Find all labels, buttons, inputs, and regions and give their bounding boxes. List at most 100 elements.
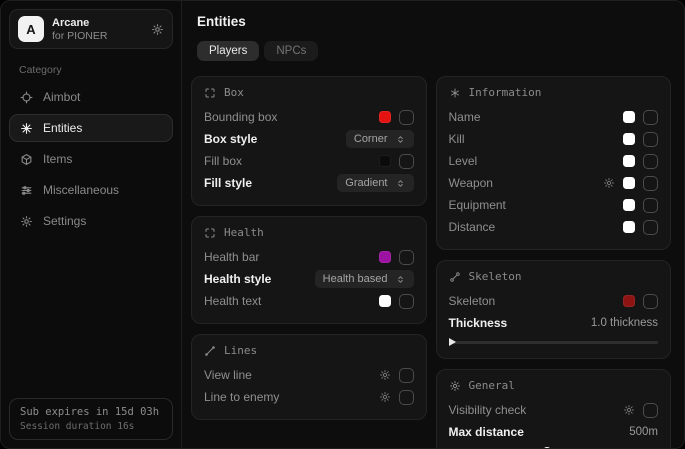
bounding-box-checkbox[interactable] [399, 110, 414, 125]
setting-label: Fill style [204, 176, 252, 190]
setting-row-kill: Kill [449, 128, 659, 150]
max-distance-slider-thumb[interactable] [542, 447, 551, 449]
view-line-config-button[interactable] [379, 369, 391, 381]
view-line-checkbox[interactable] [399, 368, 414, 383]
gear-icon [151, 23, 164, 36]
app-logo-card: A Arcane for PIONER [9, 9, 173, 49]
setting-label: Name [449, 110, 481, 124]
distance-color-swatch[interactable] [623, 221, 635, 233]
thickness-slider-thumb[interactable] [449, 338, 456, 346]
sidebar-item-label: Items [43, 152, 72, 166]
sidebar-item-aimbot[interactable]: Aimbot [9, 83, 173, 111]
panel-health-header: Health [204, 226, 414, 239]
panel-information-header: Information [449, 86, 659, 99]
panel-box-header: Box [204, 86, 414, 99]
setting-row-box-style: Box style Corner [204, 128, 414, 150]
row-controls [379, 110, 414, 125]
health-style-dropdown[interactable]: Health based [315, 270, 414, 288]
name-color-swatch[interactable] [623, 111, 635, 123]
panel-title: Skeleton [469, 270, 522, 283]
health-text-checkbox[interactable] [399, 294, 414, 309]
main-content: Entities PlayersNPCs Box Bounding box Bo… [182, 1, 684, 448]
setting-row-max-distance: Max distance 500m [449, 421, 659, 443]
panel-lines: Lines View line Line to enemy [191, 334, 427, 420]
setting-row-health-bar: Health bar [204, 246, 414, 268]
panel-title: Box [224, 86, 244, 99]
setting-row-line-to-enemy: Line to enemy [204, 386, 414, 408]
name-checkbox[interactable] [643, 110, 658, 125]
setting-label: Health style [204, 272, 271, 286]
crosshair-icon [20, 91, 33, 104]
thickness-slider[interactable] [449, 337, 659, 347]
weapon-config-button[interactable] [603, 177, 615, 189]
panel-general: General Visibility check Max distance 50… [436, 369, 672, 448]
visibility-check-checkbox[interactable] [643, 403, 658, 418]
setting-label: Kill [449, 132, 465, 146]
visibility-check-config-button[interactable] [623, 404, 635, 416]
row-controls [379, 294, 414, 309]
health-text-color-swatch[interactable] [379, 295, 391, 307]
level-color-swatch[interactable] [623, 155, 635, 167]
skeleton-color-swatch[interactable] [623, 295, 635, 307]
arcane-menu-window: A Arcane for PIONER Category Aimbot Enti… [0, 0, 685, 449]
dropdown-value: Gradient [345, 177, 387, 189]
row-controls [379, 390, 414, 405]
fill-box-checkbox[interactable] [399, 154, 414, 169]
sidebar-item-settings[interactable]: Settings [9, 207, 173, 235]
setting-row-health-text: Health text [204, 290, 414, 312]
page-title: Entities [197, 14, 671, 29]
equipment-color-swatch[interactable] [623, 199, 635, 211]
tab-npcs[interactable]: NPCs [264, 41, 318, 61]
row-controls [603, 176, 658, 191]
line-to-enemy-checkbox[interactable] [399, 390, 414, 405]
setting-row-distance: Distance [449, 216, 659, 238]
box-style-dropdown[interactable]: Corner [346, 130, 414, 148]
level-checkbox[interactable] [643, 154, 658, 169]
kill-checkbox[interactable] [643, 132, 658, 147]
skeleton-checkbox[interactable] [643, 294, 658, 309]
panel-title: General [469, 379, 515, 392]
gear-icon [20, 215, 33, 228]
gear-icon [379, 369, 391, 381]
app-settings-button[interactable] [151, 23, 164, 36]
line-to-enemy-config-button[interactable] [379, 391, 391, 403]
fill-box-color-swatch[interactable] [379, 155, 391, 167]
row-controls [379, 154, 414, 169]
setting-label: View line [204, 368, 252, 382]
app-name: Arcane [52, 17, 107, 29]
setting-label: Max distance [449, 425, 524, 439]
weapon-checkbox[interactable] [643, 176, 658, 191]
max-distance-slider[interactable] [449, 446, 659, 448]
tab-players[interactable]: Players [197, 41, 259, 61]
sidebar-item-items[interactable]: Items [9, 145, 173, 173]
bone-icon [449, 271, 461, 283]
setting-label: Thickness [449, 316, 508, 330]
corner-brackets-icon [204, 87, 216, 99]
setting-label: Skeleton [449, 294, 496, 308]
setting-row-visibility-check: Visibility check [449, 399, 659, 421]
subscription-info-card: Sub expires in 15d 03h Session duration … [9, 398, 173, 440]
sidebar-item-miscellaneous[interactable]: Miscellaneous [9, 176, 173, 204]
health-bar-color-swatch[interactable] [379, 251, 391, 263]
weapon-color-swatch[interactable] [623, 177, 635, 189]
row-controls [379, 250, 414, 265]
setting-row-thickness: Thickness 1.0 thickness [449, 312, 659, 334]
kill-color-swatch[interactable] [623, 133, 635, 145]
setting-label: Equipment [449, 198, 506, 212]
sidebar-item-entities[interactable]: Entities [9, 114, 173, 142]
equipment-checkbox[interactable] [643, 198, 658, 213]
max-distance-value: 500m [629, 426, 658, 438]
sidebar-item-label: Entities [43, 121, 82, 135]
distance-checkbox[interactable] [643, 220, 658, 235]
fill-style-dropdown[interactable]: Gradient [337, 174, 413, 192]
panel-health: Health Health bar Health style Health ba… [191, 216, 427, 324]
dropdown-value: Corner [354, 133, 388, 145]
bounding-box-color-swatch[interactable] [379, 111, 391, 123]
sidebar-nav: Aimbot Entities Items Miscellaneous Sett… [9, 83, 173, 235]
dropdown-value: Health based [323, 273, 388, 285]
panel-title: Information [469, 86, 542, 99]
session-duration-text: Session duration 16s [20, 421, 162, 432]
health-bar-checkbox[interactable] [399, 250, 414, 265]
corner-brackets-icon [204, 227, 216, 239]
spark-icon [20, 122, 33, 135]
